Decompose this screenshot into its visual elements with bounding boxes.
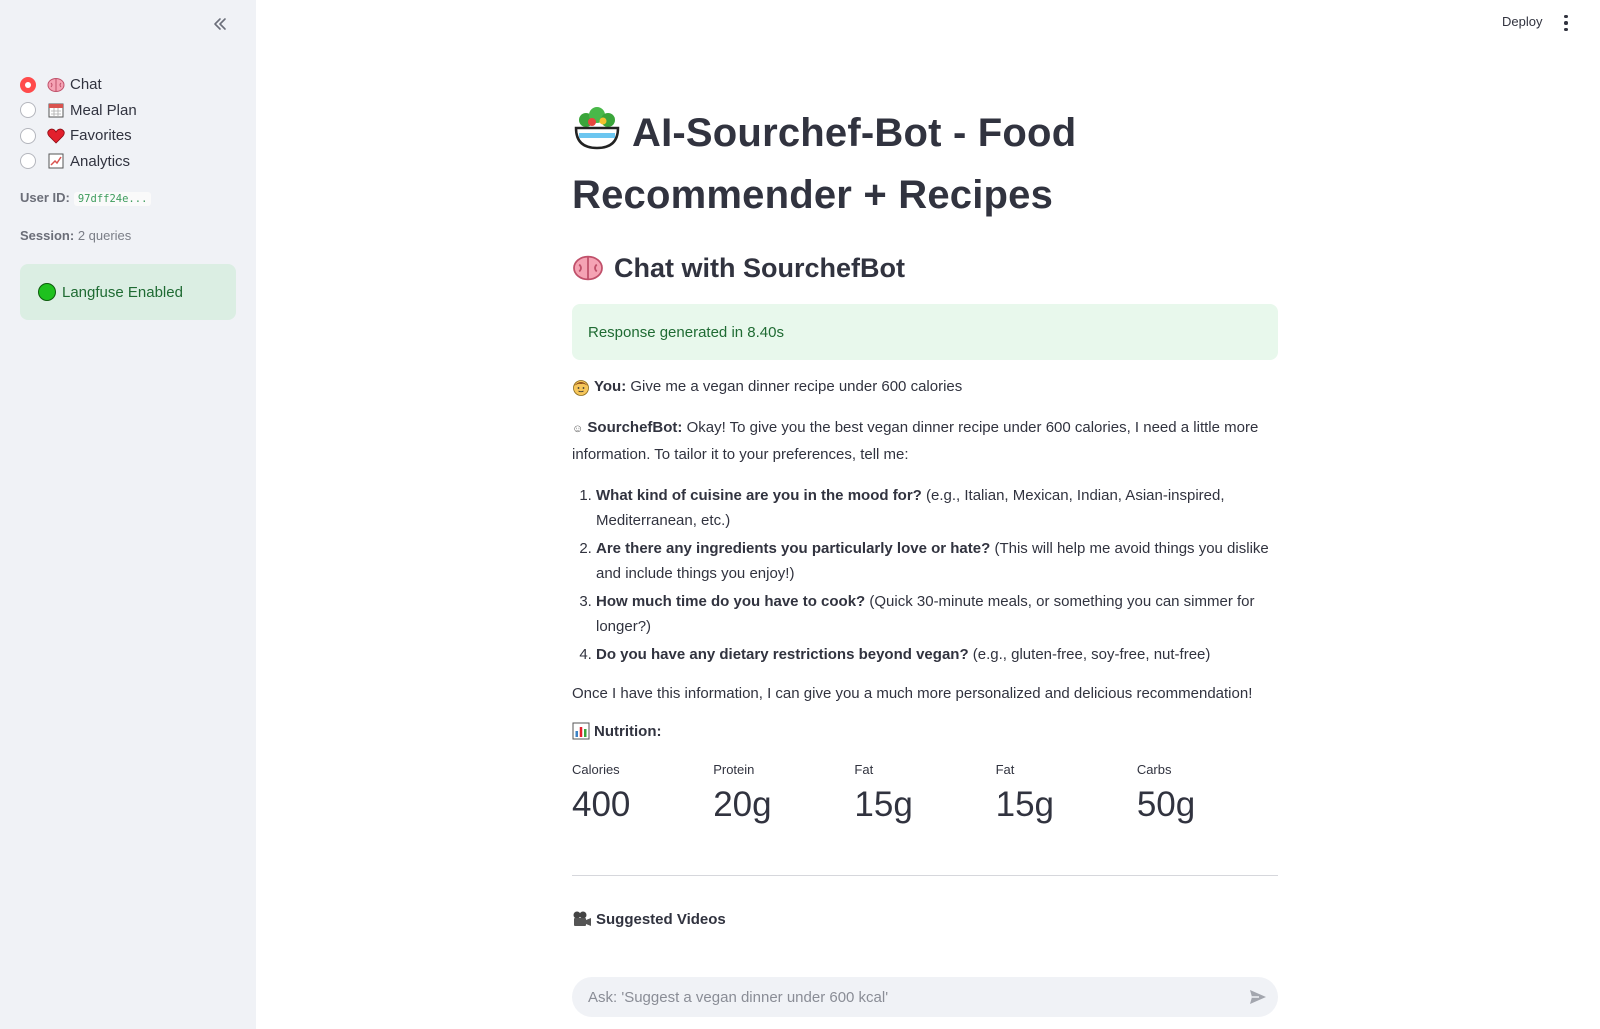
robot-icon: ☺ <box>572 423 584 435</box>
metric-value: 15g <box>854 785 913 824</box>
send-icon <box>1250 990 1266 1004</box>
nav-item-favorites[interactable]: Favorites <box>20 123 137 149</box>
metric-label: Protein <box>713 762 755 777</box>
success-alert: Response generated in 8.40s <box>572 304 1278 360</box>
user-message: You: Give me a vegan dinner recipe under… <box>572 374 1278 399</box>
nav-item-label: Favorites <box>70 127 132 145</box>
session-value: 2 queries <box>77 228 132 243</box>
suggested-videos-heading: Suggested Videos <box>572 910 1278 928</box>
success-text: Response generated in 8.40s <box>588 323 784 341</box>
nav-item-label: Chat <box>70 76 102 94</box>
nav-item-label: Meal Plan <box>70 101 137 119</box>
main-content: AI-Sourchef-Bot - Food Recommender + Rec… <box>572 104 1278 928</box>
metric-label: Calories <box>572 762 620 777</box>
question-bold: Do you have any dietary restrictions bey… <box>596 646 969 663</box>
nav-item-analytics[interactable]: Analytics <box>20 149 137 175</box>
metric-label: Fat <box>854 762 874 777</box>
metric-fat-2: Fat 15g <box>996 762 1137 827</box>
radio-selected[interactable] <box>20 76 36 93</box>
session-label: Session: <box>20 228 75 243</box>
radio-unselected[interactable] <box>20 127 36 144</box>
calendar-icon <box>46 101 66 119</box>
metric-calories: Calories 400 <box>572 762 713 827</box>
nutrition-metrics: Calories 400 Protein 20g Fat 15g Fat 15g… <box>572 762 1278 827</box>
sidebar: Chat Meal Plan Favorites Analytics User … <box>0 0 256 1029</box>
radio-unselected[interactable] <box>20 153 36 170</box>
metric-protein: Protein 20g <box>713 762 854 827</box>
session-info: Session: 2 queries <box>20 228 131 243</box>
bot-label: SourchefBot: <box>587 419 683 436</box>
chat-input-bar <box>572 977 1278 1017</box>
question-bold: How much time do you have to cook? <box>596 593 866 610</box>
dot <box>1564 21 1568 25</box>
metric-value: 50g <box>1136 785 1196 824</box>
metric-label: Carbs <box>1136 762 1172 777</box>
bot-closing-text: Once I have this information, I can give… <box>572 685 1253 702</box>
metric-fat: Fat 15g <box>854 762 995 827</box>
user-id-label: User ID: <box>20 190 70 205</box>
subheader-text: Chat with SourchefBot <box>614 253 905 283</box>
bar-chart-icon <box>572 722 590 740</box>
langfuse-status-text: Langfuse Enabled <box>62 283 183 301</box>
chart-increasing-icon <box>46 152 66 170</box>
person-icon <box>572 378 590 396</box>
deploy-button[interactable]: Deploy <box>1496 12 1548 31</box>
langfuse-status-box: Langfuse Enabled <box>20 264 236 320</box>
dot <box>1564 27 1568 32</box>
nutrition-heading: Nutrition: <box>572 722 1278 740</box>
vertical-dots-icon <box>1564 14 1568 19</box>
main-menu-button[interactable] <box>1560 12 1572 34</box>
movie-camera-icon <box>572 910 592 928</box>
suggested-videos-text: Suggested Videos <box>596 910 726 928</box>
question-detail: (e.g., gluten-free, soy-free, nut-free) <box>972 646 1211 663</box>
question-list: What kind of cuisine are you in the mood… <box>572 483 1278 667</box>
user-message-text: Give me a vegan dinner recipe under 600 … <box>630 378 963 395</box>
user-id-value: 97dff24e... <box>73 192 152 206</box>
nutrition-heading-text: Nutrition: <box>594 722 662 740</box>
double-chevron-left-icon <box>214 18 226 30</box>
question-bold: What kind of cuisine are you in the mood… <box>596 487 922 504</box>
list-item: How much time do you have to cook? (Quic… <box>596 589 1278 639</box>
brain-icon <box>46 76 66 94</box>
list-item: Are there any ingredients you particular… <box>596 536 1278 586</box>
metric-carbs: Carbs 50g <box>1137 762 1278 827</box>
chat-subheader: Chat with SourchefBot <box>572 248 1278 288</box>
radio-unselected[interactable] <box>20 102 36 119</box>
green-circle-icon <box>38 283 56 301</box>
question-bold: Are there any ingredients you particular… <box>596 540 991 557</box>
collapse-sidebar-button[interactable] <box>208 12 232 36</box>
title-text: AI-Sourchef-Bot - Food Recommender + Rec… <box>572 111 1077 217</box>
metric-value: 20g <box>713 785 772 824</box>
nav-item-chat[interactable]: Chat <box>20 72 137 98</box>
list-item: Do you have any dietary restrictions bey… <box>596 642 1278 667</box>
nav-item-label: Analytics <box>70 152 131 170</box>
user-id: User ID: 97dff24e... <box>20 190 152 206</box>
metric-value: 15g <box>995 785 1055 824</box>
metric-value: 400 <box>572 785 631 824</box>
bot-message: ☺ SourchefBot: Okay! To give you the bes… <box>572 415 1278 467</box>
send-button[interactable] <box>1238 977 1278 1017</box>
page-title: AI-Sourchef-Bot - Food Recommender + Rec… <box>572 104 1278 222</box>
metric-label: Fat <box>995 762 1015 777</box>
nav-item-meal-plan[interactable]: Meal Plan <box>20 98 137 124</box>
salad-bowl-icon <box>572 104 622 168</box>
page-navigation: Chat Meal Plan Favorites Analytics <box>20 72 137 174</box>
list-item: What kind of cuisine are you in the mood… <box>596 483 1278 533</box>
heart-icon <box>46 127 66 145</box>
brain-icon <box>572 254 604 282</box>
user-label: You: <box>594 378 627 395</box>
chat-input[interactable] <box>588 988 1238 1006</box>
divider <box>572 875 1278 876</box>
